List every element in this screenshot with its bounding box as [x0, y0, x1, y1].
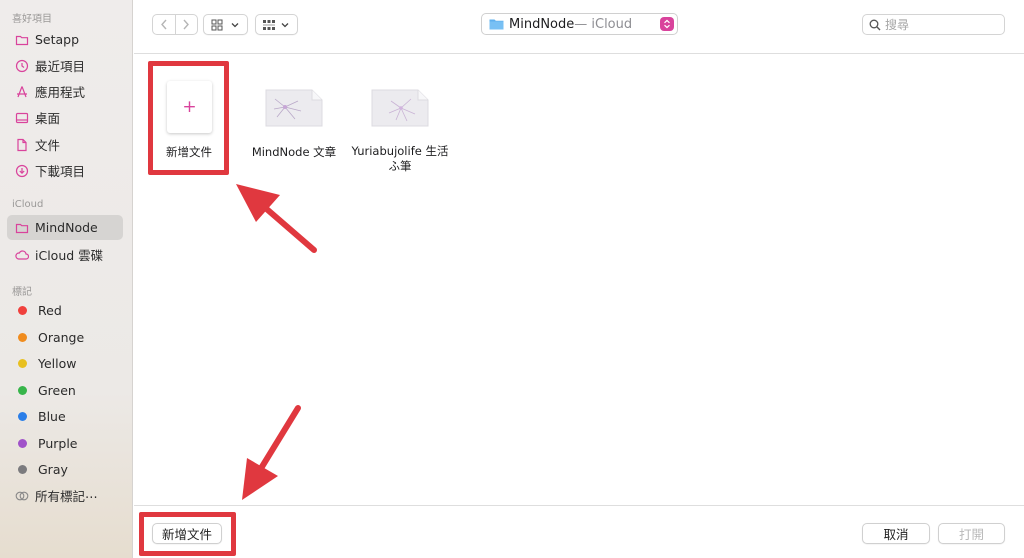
arrow-to-new-document-button	[242, 405, 301, 500]
annotation-arrows	[236, 184, 317, 500]
arrow-to-new-document-tile	[236, 184, 317, 253]
